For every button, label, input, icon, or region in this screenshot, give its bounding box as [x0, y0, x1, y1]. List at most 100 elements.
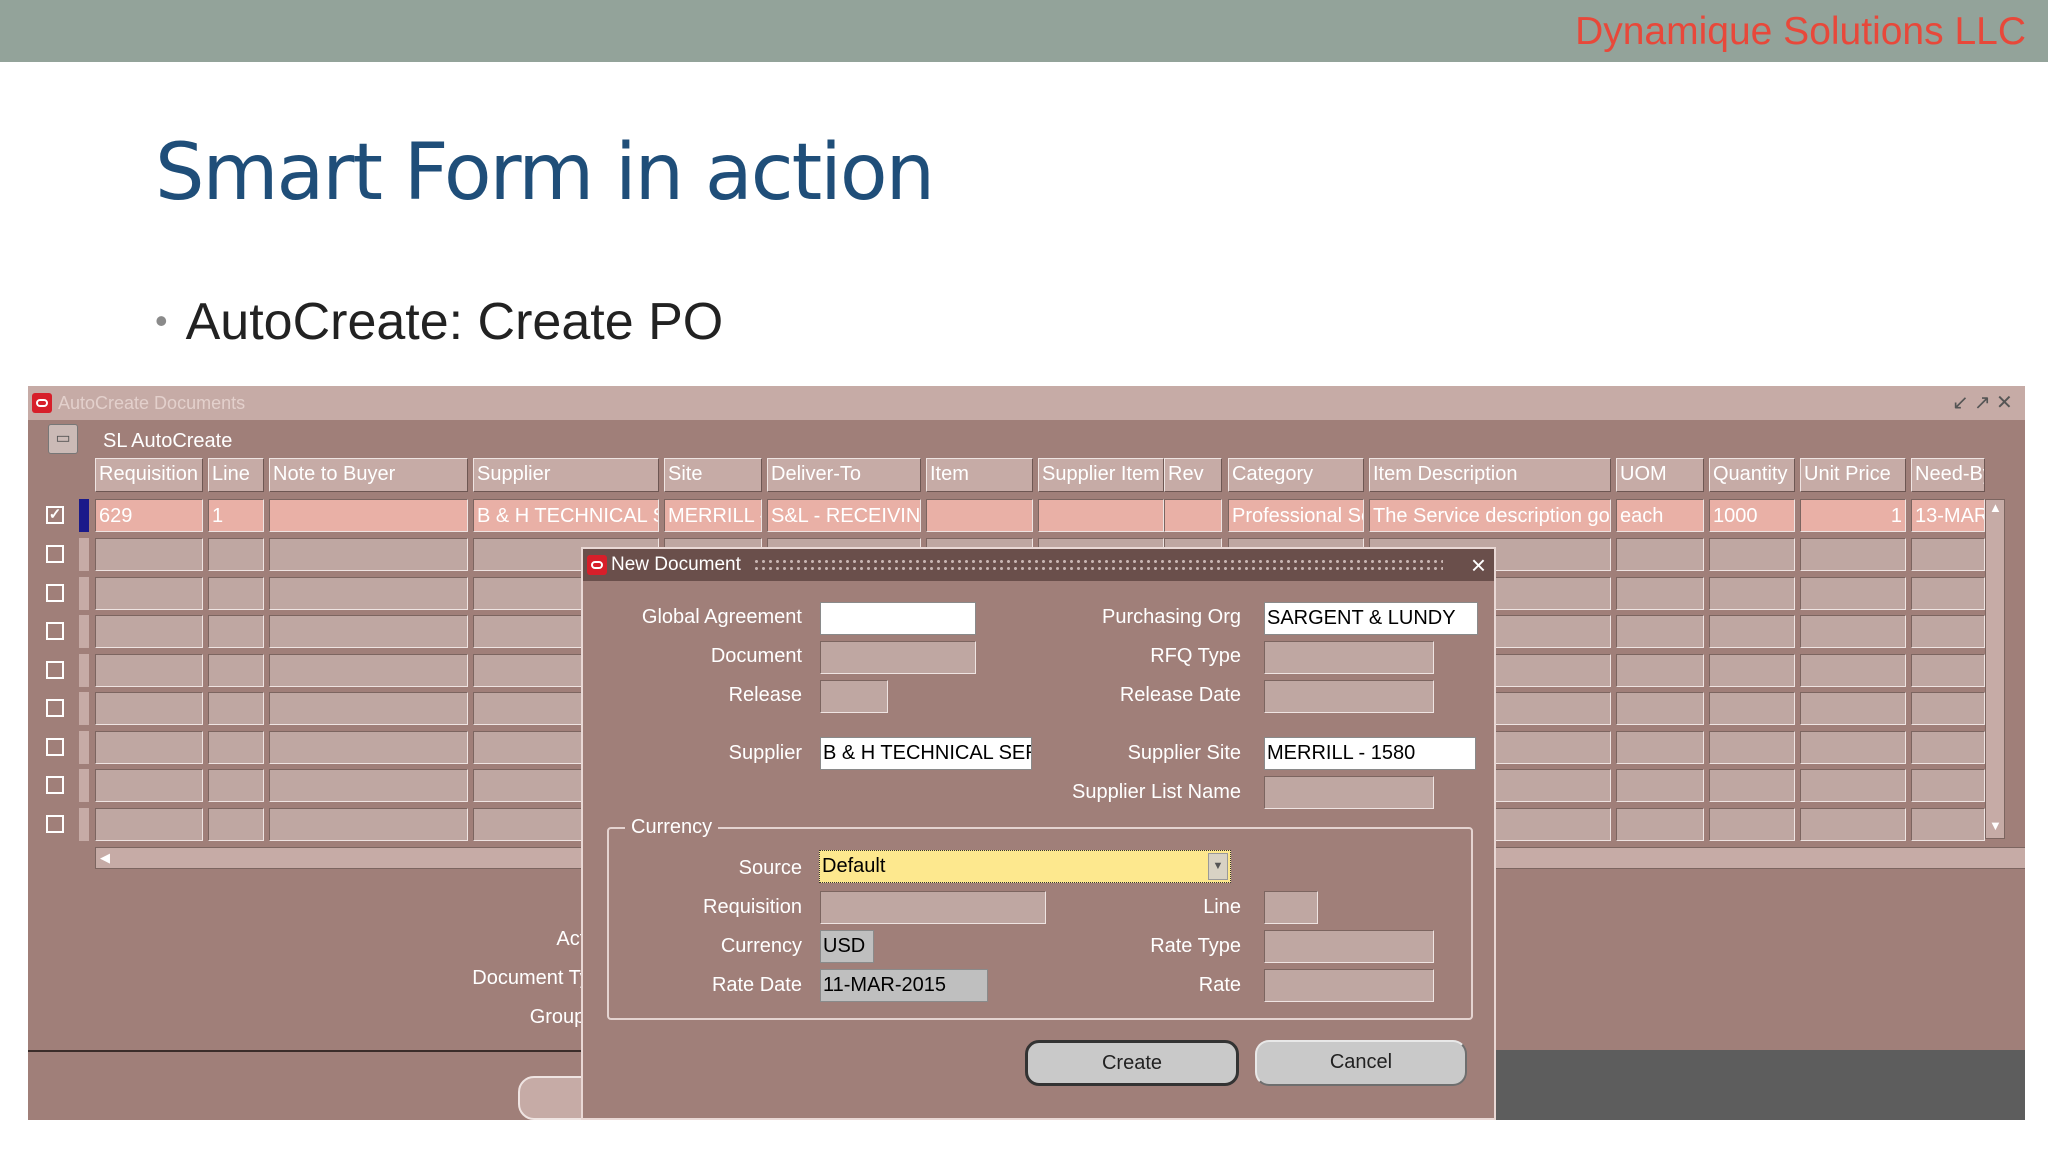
row-checkbox-icon[interactable]	[46, 737, 64, 756]
row-checkbox-icon[interactable]	[46, 622, 64, 640]
table-cell[interactable]	[1911, 615, 1985, 648]
column-header-rev[interactable]: Rev	[1164, 458, 1222, 492]
column-header-unit-price[interactable]: Unit Price	[1800, 458, 1906, 492]
row-checkbox-icon[interactable]	[46, 699, 64, 717]
table-cell[interactable]	[1709, 615, 1795, 648]
row-checkbox-checked-icon[interactable]: ✓	[46, 506, 64, 524]
table-cell[interactable]	[269, 730, 468, 764]
cell-item-description[interactable]: The Service description goes here	[1369, 499, 1611, 532]
table-cell[interactable]	[95, 576, 203, 610]
table-cell[interactable]	[1800, 769, 1906, 802]
row-checkbox-icon[interactable]	[46, 583, 64, 602]
table-cell[interactable]	[1911, 653, 1985, 687]
cell-unit-price[interactable]: 1	[1800, 499, 1906, 532]
cell-need-by[interactable]: 13-MAR-2015	[1911, 499, 1985, 532]
table-cell[interactable]	[269, 653, 468, 687]
column-header-note-to-buyer[interactable]: Note to Buyer	[269, 458, 468, 492]
table-cell[interactable]	[95, 615, 203, 648]
dropdown-arrow-icon[interactable]: ▼	[1208, 853, 1228, 880]
column-header-item[interactable]: Item	[926, 458, 1033, 492]
table-cell[interactable]	[1911, 769, 1985, 802]
close-icon[interactable]: ×	[1471, 550, 1486, 581]
cell-supplier-item[interactable]	[1038, 499, 1164, 532]
table-cell[interactable]	[1709, 807, 1795, 841]
dialog-title-bar[interactable]: New Document ×	[583, 549, 1494, 581]
row-checkbox-icon[interactable]	[46, 660, 64, 679]
cell-note-to-buyer[interactable]	[269, 499, 468, 532]
cell-supplier[interactable]: B & H TECHNICAL SERVICES	[473, 499, 659, 532]
table-cell[interactable]	[95, 769, 203, 802]
line-field[interactable]	[1264, 891, 1318, 924]
table-cell[interactable]	[1911, 730, 1985, 764]
table-cell[interactable]	[1616, 576, 1704, 610]
column-header-supplier[interactable]: Supplier	[473, 458, 659, 492]
source-select[interactable]: Default ▼	[819, 850, 1231, 883]
cell-quantity[interactable]: 1000	[1709, 499, 1795, 532]
column-header-uom[interactable]: UOM	[1616, 458, 1704, 492]
table-cell[interactable]	[1616, 730, 1704, 764]
table-cell[interactable]	[1800, 730, 1906, 764]
cancel-button[interactable]: Cancel	[1255, 1040, 1467, 1086]
maximize-icon[interactable]: ↗	[1974, 390, 1991, 415]
column-header-need-by[interactable]: Need-By	[1911, 458, 1985, 492]
column-header-supplier-item[interactable]: Supplier Item	[1038, 458, 1164, 492]
row-checkbox-icon[interactable]	[46, 545, 64, 563]
cell-line[interactable]: 1	[208, 499, 264, 532]
table-cell[interactable]	[208, 653, 264, 687]
global-agreement-field[interactable]	[820, 602, 976, 635]
row-checkbox-icon[interactable]	[46, 776, 64, 794]
table-cell[interactable]	[1616, 769, 1704, 802]
table-cell[interactable]	[269, 807, 468, 841]
folder-icon[interactable]: ▭	[48, 424, 78, 454]
currency-field[interactable]: USD	[820, 930, 874, 963]
column-header-site[interactable]: Site	[664, 458, 762, 492]
supplier-site-field[interactable]: MERRILL - 1580	[1264, 737, 1476, 770]
table-cell[interactable]	[1800, 807, 1906, 841]
rate-field[interactable]	[1264, 969, 1434, 1002]
table-cell[interactable]	[95, 807, 203, 841]
cell-site[interactable]: MERRILL - 1580	[664, 499, 762, 532]
column-header-requisition[interactable]: Requisition	[95, 458, 203, 492]
table-cell[interactable]	[269, 769, 468, 802]
table-cell[interactable]	[208, 807, 264, 841]
table-cell[interactable]	[1616, 538, 1704, 571]
table-cell[interactable]	[1616, 653, 1704, 687]
minimize-icon[interactable]: ↙	[1952, 390, 1969, 415]
table-cell[interactable]	[208, 615, 264, 648]
column-header-deliver-to[interactable]: Deliver-To	[767, 458, 921, 492]
table-cell[interactable]	[1911, 692, 1985, 725]
rfq-type-field[interactable]	[1264, 641, 1434, 674]
cell-deliver-to[interactable]: S&L - RECEIVING	[767, 499, 921, 532]
table-cell[interactable]	[1709, 653, 1795, 687]
column-header-category[interactable]: Category	[1228, 458, 1364, 492]
table-cell[interactable]	[1616, 615, 1704, 648]
table-cell[interactable]	[1709, 538, 1795, 571]
cell-requisition[interactable]: 629	[95, 499, 203, 532]
vertical-scrollbar[interactable]: ▲ ▼	[1985, 499, 2005, 839]
table-cell[interactable]	[1709, 576, 1795, 610]
cell-uom[interactable]: each	[1616, 499, 1704, 532]
supplier-list-name-field[interactable]	[1264, 776, 1434, 809]
release-date-field[interactable]	[1264, 680, 1434, 713]
table-cell[interactable]	[1800, 692, 1906, 725]
column-header-item-description[interactable]: Item Description	[1369, 458, 1611, 492]
table-cell[interactable]	[95, 653, 203, 687]
table-cell[interactable]	[1911, 807, 1985, 841]
scroll-up-arrow-icon[interactable]: ▲	[1989, 500, 2002, 515]
row-checkbox-icon[interactable]	[46, 814, 64, 833]
purchasing-org-field[interactable]: SARGENT & LUNDY	[1264, 602, 1478, 635]
table-cell[interactable]	[269, 576, 468, 610]
release-field[interactable]	[820, 680, 888, 713]
table-cell[interactable]	[208, 576, 264, 610]
table-cell[interactable]	[1800, 653, 1906, 687]
table-cell[interactable]	[1709, 730, 1795, 764]
table-cell[interactable]	[95, 692, 203, 725]
table-cell[interactable]	[1911, 576, 1985, 610]
rate-type-field[interactable]	[1264, 930, 1434, 963]
column-header-quantity[interactable]: Quantity	[1709, 458, 1795, 492]
table-cell[interactable]	[269, 538, 468, 571]
table-cell[interactable]	[269, 692, 468, 725]
table-cell[interactable]	[1800, 576, 1906, 610]
table-cell[interactable]	[95, 730, 203, 764]
table-cell[interactable]	[1911, 538, 1985, 571]
